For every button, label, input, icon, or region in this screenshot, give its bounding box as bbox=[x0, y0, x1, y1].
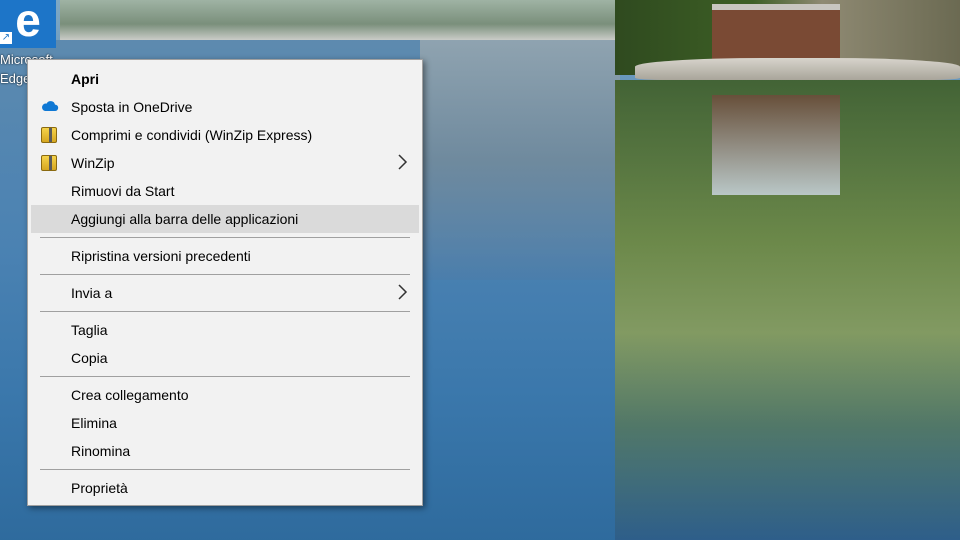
menu-item-label: Proprietà bbox=[71, 480, 128, 496]
menu-item-label: Rinomina bbox=[71, 443, 131, 459]
menu-separator bbox=[40, 274, 410, 275]
menu-item-label: Sposta in OneDrive bbox=[71, 99, 193, 115]
menu-separator bbox=[40, 376, 410, 377]
rocky-shore bbox=[635, 58, 960, 80]
menu-item-winzip[interactable]: WinZip bbox=[31, 149, 419, 177]
winzip-icon bbox=[41, 127, 57, 143]
menu-item-elimina[interactable]: Elimina bbox=[31, 409, 419, 437]
menu-item-label: Rimuovi da Start bbox=[71, 183, 175, 199]
menu-item-winzip-express[interactable]: Comprimi e condividi (WinZip Express) bbox=[31, 121, 419, 149]
menu-item-label: Crea collegamento bbox=[71, 387, 189, 403]
menu-separator bbox=[40, 311, 410, 312]
shortcut-arrow-icon: ↗ bbox=[0, 32, 12, 44]
menu-separator bbox=[40, 237, 410, 238]
menu-separator bbox=[40, 469, 410, 470]
menu-item-copia[interactable]: Copia bbox=[31, 344, 419, 372]
onedrive-cloud-icon bbox=[41, 99, 59, 115]
menu-item-label: WinZip bbox=[71, 155, 115, 171]
chevron-right-icon bbox=[395, 153, 409, 171]
menu-item-label: Elimina bbox=[71, 415, 117, 431]
chevron-right-icon bbox=[395, 283, 409, 301]
cabin bbox=[712, 4, 840, 64]
menu-item-aggiungi-barra-applicazioni[interactable]: Aggiungi alla barra delle applicazioni bbox=[31, 205, 419, 233]
shore-reflection bbox=[420, 40, 620, 280]
menu-item-label: Copia bbox=[71, 350, 108, 366]
menu-item-label: Ripristina versioni precedenti bbox=[71, 248, 251, 264]
menu-item-apri[interactable]: Apri bbox=[31, 65, 419, 93]
menu-item-label: Comprimi e condividi (WinZip Express) bbox=[71, 127, 313, 143]
menu-item-proprieta[interactable]: Proprietà bbox=[31, 474, 419, 502]
menu-item-label: Apri bbox=[71, 71, 99, 87]
distant-shore bbox=[60, 0, 620, 40]
cabin-reflection bbox=[712, 95, 840, 195]
menu-item-sposta-in-onedrive[interactable]: Sposta in OneDrive bbox=[31, 93, 419, 121]
menu-item-ripristina-versioni[interactable]: Ripristina versioni precedenti bbox=[31, 242, 419, 270]
winzip-icon bbox=[41, 155, 57, 171]
menu-item-taglia[interactable]: Taglia bbox=[31, 316, 419, 344]
menu-item-invia-a[interactable]: Invia a bbox=[31, 279, 419, 307]
menu-item-crea-collegamento[interactable]: Crea collegamento bbox=[31, 381, 419, 409]
menu-item-rimuovi-da-start[interactable]: Rimuovi da Start bbox=[31, 177, 419, 205]
menu-item-rinomina[interactable]: Rinomina bbox=[31, 437, 419, 465]
menu-item-label: Aggiungi alla barra delle applicazioni bbox=[71, 211, 299, 227]
menu-item-label: Taglia bbox=[71, 322, 108, 338]
context-menu: Apri Sposta in OneDrive Comprimi e condi… bbox=[27, 59, 423, 506]
menu-item-label: Invia a bbox=[71, 285, 113, 301]
